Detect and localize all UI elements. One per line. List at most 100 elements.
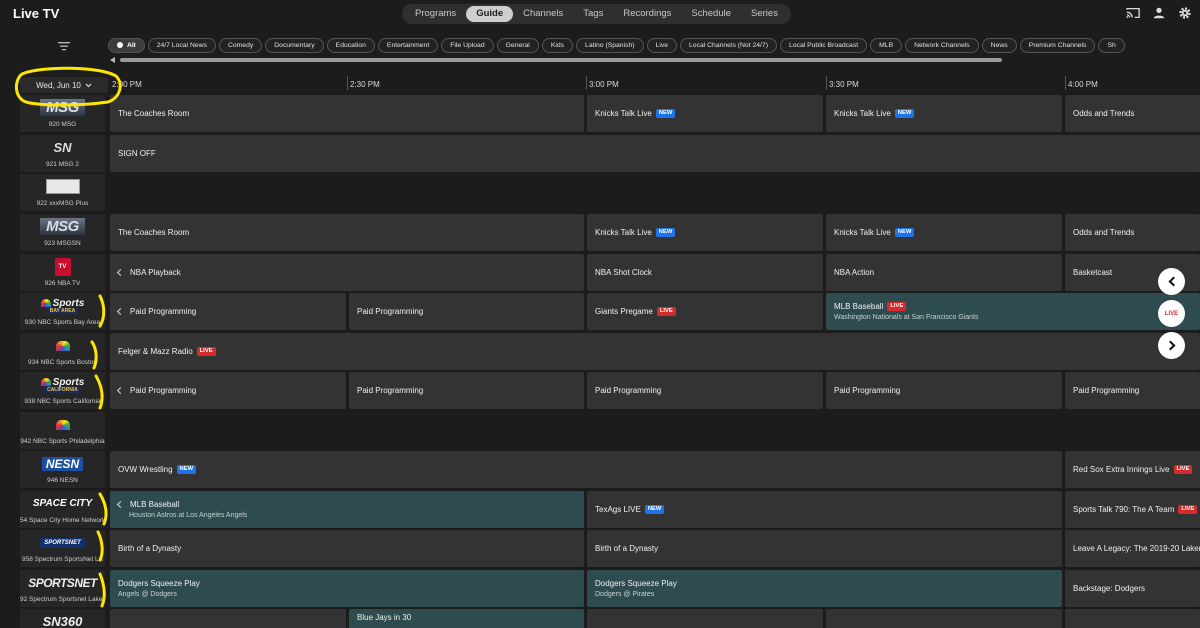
channel-cell[interactable]: TV 926 NBA TV <box>20 254 105 291</box>
program-cell[interactable]: Odds and Trends <box>1065 214 1200 251</box>
filter-chip[interactable]: MLB <box>870 38 903 53</box>
program-cell[interactable]: Felger & Mazz Radio LIVE <box>110 333 1200 370</box>
program-cell[interactable]: Leave A Legacy: The 2019-20 Lakers <box>1065 530 1200 567</box>
time-tick <box>586 76 587 90</box>
program-cell[interactable]: Sports Talk 790: The A Team LIVE <box>1065 491 1200 528</box>
program-cell[interactable]: MLB Baseball Houston Astros at Los Angel… <box>110 491 584 528</box>
tab-guide[interactable]: Guide <box>466 6 514 22</box>
date-selector[interactable]: Wed, Jun 10 <box>20 77 108 93</box>
new-badge: NEW <box>176 465 197 474</box>
filter-chip[interactable]: Local Channels (Not 24/7) <box>680 38 777 53</box>
filter-chip[interactable]: Local Public Broadcast <box>779 38 868 53</box>
channel-cell[interactable]: MSG 923 MSGSN <box>20 214 105 251</box>
tab-recordings[interactable]: Recordings <box>613 6 681 22</box>
program-cell[interactable]: Paid Programming <box>826 372 1062 409</box>
program-cell[interactable]: Blue Jays in 30 <box>349 609 584 628</box>
program-cell[interactable]: The Coaches Room <box>110 214 584 251</box>
filter-chip[interactable]: News <box>981 38 1017 53</box>
program-cell[interactable]: TexAgs LIVE NEW <box>587 491 1062 528</box>
program-cell[interactable]: Paid Programming <box>110 372 346 409</box>
program-cell[interactable] <box>1065 609 1200 628</box>
filter-chip[interactable]: Education <box>326 38 375 53</box>
program-cell[interactable]: NBA Playback <box>110 254 584 291</box>
scroll-forward-button[interactable] <box>1158 332 1185 359</box>
tab-programs[interactable]: Programs <box>405 6 466 22</box>
program-cell[interactable]: Birth of a Dynasty <box>110 530 584 567</box>
program-cell[interactable]: Paid Programming <box>349 372 584 409</box>
scroll-back-button[interactable] <box>1158 268 1185 295</box>
program-cell[interactable]: Knicks Talk Live NEW <box>587 214 823 251</box>
program-cell[interactable]: Knicks Talk Live NEW <box>587 95 823 132</box>
program-cell[interactable]: NBA Shot Clock <box>587 254 823 291</box>
channel-cell[interactable]: SN360 <box>20 609 105 628</box>
filter-chip[interactable]: Network Channels <box>905 38 979 53</box>
program-cell[interactable]: MLB Baseball LIVE Washington Nationals at… <box>826 293 1200 330</box>
program-cell[interactable]: Birth of a Dynasty <box>587 530 1062 567</box>
program-cell[interactable]: Backstage: Dodgers <box>1065 570 1200 607</box>
program-title: Paid Programming <box>357 307 424 316</box>
tab-tags[interactable]: Tags <box>573 6 613 22</box>
channel-logo: NESN <box>20 454 105 473</box>
program-title: Dodgers Squeeze Play <box>118 579 200 588</box>
program-cell[interactable]: OVW Wrestling NEW <box>110 451 1062 488</box>
program-cell[interactable]: Dodgers Squeeze Play Dodgers @ Pirates <box>587 570 1062 607</box>
filter-chip[interactable]: Comedy <box>218 38 263 53</box>
filter-chip[interactable]: Premium Channels <box>1019 38 1096 53</box>
tab-schedule[interactable]: Schedule <box>681 6 741 22</box>
program-cell[interactable]: NBA Action <box>826 254 1062 291</box>
program-cell[interactable]: Knicks Talk Live NEW <box>826 95 1062 132</box>
channel-cell[interactable]: SPORTSNET 958 Spectrum SportsNet LA <box>20 530 105 567</box>
channel-cell[interactable]: SN 921 MSG 2 <box>20 135 105 172</box>
channel-logo: SPACE CITY <box>20 494 105 513</box>
nbc-sports-boston-logo <box>55 340 70 351</box>
live-badge: LIVE <box>1173 465 1193 474</box>
channel-cell[interactable]: Sports BAY AREA 930 NBC Sports Bay Area <box>20 293 105 330</box>
filter-icon[interactable] <box>57 40 71 52</box>
program-title: NBA Action <box>834 268 875 277</box>
channel-cell[interactable]: 942 NBC Sports Philadelphia <box>20 412 105 449</box>
user-icon[interactable] <box>1152 6 1166 20</box>
jump-to-live-button[interactable]: LIVE <box>1158 300 1185 327</box>
program-cell[interactable]: Giants Pregame LIVE <box>587 293 823 330</box>
channel-cell[interactable]: Sports CALIFORNIA 938 NBC Sports Califor… <box>20 372 105 409</box>
program-cell[interactable]: Odds and Trends <box>1065 95 1200 132</box>
program-cell[interactable] <box>587 609 823 628</box>
channel-cell[interactable]: MSG 920 MSG <box>20 95 105 132</box>
program-cell[interactable]: Paid Programming <box>349 293 584 330</box>
program-cell[interactable]: SIGN OFF <box>110 135 1200 172</box>
program-cell[interactable]: Paid Programming <box>587 372 823 409</box>
program-title: Paid Programming <box>357 386 424 395</box>
filter-chip[interactable]: Kids <box>541 38 574 53</box>
filter-chip[interactable]: 24/7 Local News <box>147 38 216 53</box>
channel-cell[interactable]: 934 NBC Sports Boston <box>20 333 105 370</box>
filter-chip-all[interactable]: All <box>108 38 145 53</box>
channel-cell[interactable]: 922 xxxMSG Plus <box>20 174 105 211</box>
filter-chip[interactable]: Latino (Spanish) <box>576 38 644 53</box>
cast-icon[interactable] <box>1126 6 1140 20</box>
program-cell[interactable] <box>110 609 346 628</box>
program-cell[interactable]: Paid Programming <box>110 293 346 330</box>
filter-chip[interactable]: File Upload <box>441 38 494 53</box>
filter-chip[interactable]: Entertainment <box>377 38 439 53</box>
program-cell[interactable]: The Coaches Room <box>110 95 584 132</box>
settings-icon[interactable] <box>1178 6 1192 20</box>
program-cell[interactable]: Knicks Talk Live NEW <box>826 214 1062 251</box>
chevron-left-icon <box>116 307 125 316</box>
filter-chip[interactable]: Documentary <box>265 38 324 53</box>
filter-chip[interactable]: Live <box>646 38 678 53</box>
tab-channels[interactable]: Channels <box>513 6 573 22</box>
program-cell[interactable]: Red Sox Extra Innings Live LIVE <box>1065 451 1200 488</box>
selected-dot-icon <box>117 42 123 48</box>
channel-cell[interactable]: SPORTSNET 92 Spectrum Sportsnet Lakers <box>20 570 105 607</box>
channel-cell[interactable]: SPACE CITY 54 Space City Home Network <box>20 491 105 528</box>
nbc-sports-logo: Sports CALIFORNIA <box>40 377 84 393</box>
filter-chip[interactable]: General <box>496 38 539 53</box>
filter-chip[interactable]: Sh <box>1098 38 1125 53</box>
program-cell[interactable]: Dodgers Squeeze Play Angels @ Dodgers <box>110 570 584 607</box>
program-cell[interactable] <box>826 609 1062 628</box>
channel-cell[interactable]: NESN 946 NESN <box>20 451 105 488</box>
filter-scrollbar-thumb[interactable] <box>120 58 1002 62</box>
tab-series[interactable]: Series <box>741 6 788 22</box>
scroll-left-arrow-icon[interactable] <box>110 57 115 63</box>
program-cell[interactable]: Paid Programming <box>1065 372 1200 409</box>
